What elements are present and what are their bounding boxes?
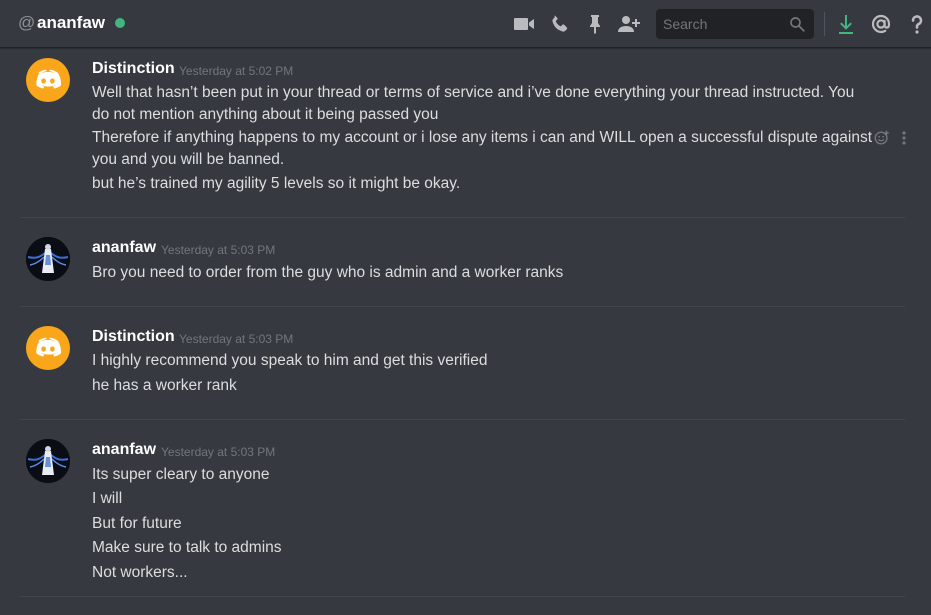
user-avatar[interactable] — [26, 237, 70, 281]
message-divider — [20, 596, 905, 597]
message-list: Distinction Yesterday at 5:02 PM Well th… — [0, 48, 931, 615]
voice-call-icon[interactable] — [548, 12, 572, 36]
message-timestamp: Yesterday at 5:03 PM — [161, 445, 276, 459]
user-avatar[interactable] — [26, 439, 70, 483]
message-timestamp: Yesterday at 5:02 PM — [179, 64, 294, 78]
at-symbol: @ — [18, 13, 36, 32]
header-divider — [824, 12, 825, 36]
discord-logo-icon[interactable] — [26, 58, 70, 102]
more-options-icon[interactable] — [900, 130, 908, 146]
message-text: I will — [92, 490, 123, 507]
message-timestamp: Yesterday at 5:03 PM — [161, 243, 276, 257]
message-divider — [20, 419, 905, 420]
search-input[interactable]: Search — [656, 9, 814, 39]
add-reaction-icon[interactable] — [873, 129, 891, 147]
help-icon[interactable] — [905, 12, 929, 36]
pinned-messages-icon[interactable] — [583, 12, 607, 36]
add-friend-icon[interactable] — [617, 12, 641, 36]
message-text: do not mention anything about it being p… — [92, 106, 439, 123]
message-author[interactable]: Distinction — [92, 328, 175, 346]
message-text: Not workers... — [92, 564, 188, 581]
message-text: But for future — [92, 515, 182, 532]
message-divider — [20, 306, 905, 307]
message-text: he has a worker rank — [92, 377, 237, 394]
message-text: Therefore if anything happens to my acco… — [92, 129, 873, 146]
dm-recipient-name[interactable]: ananfaw — [37, 13, 105, 33]
mention-icon[interactable] — [869, 12, 893, 36]
message-text: Make sure to talk to admins — [92, 539, 282, 556]
message-text: but he’s trained my agility 5 levels so … — [92, 175, 461, 192]
message-author[interactable]: ananfaw — [92, 441, 156, 459]
message-text: you and you will be banned. — [92, 151, 285, 168]
channel-header: @ ananfaw Search — [0, 0, 931, 48]
discord-logo-icon[interactable] — [26, 326, 70, 370]
message-author[interactable]: ananfaw — [92, 239, 156, 257]
message-text: Its super cleary to anyone — [92, 466, 270, 483]
online-status-indicator — [115, 18, 125, 28]
download-icon[interactable] — [834, 12, 858, 36]
video-call-icon[interactable] — [512, 12, 536, 36]
search-icon — [788, 15, 806, 33]
message-text: Bro you need to order from the guy who i… — [92, 264, 564, 281]
message-divider — [20, 217, 905, 218]
message-author[interactable]: Distinction — [92, 60, 175, 78]
message-text: Well that hasn’t been put in your thread… — [92, 84, 855, 101]
message-timestamp: Yesterday at 5:03 PM — [179, 332, 294, 346]
search-placeholder: Search — [663, 16, 708, 32]
message-text: I highly recommend you speak to him and … — [92, 352, 488, 369]
